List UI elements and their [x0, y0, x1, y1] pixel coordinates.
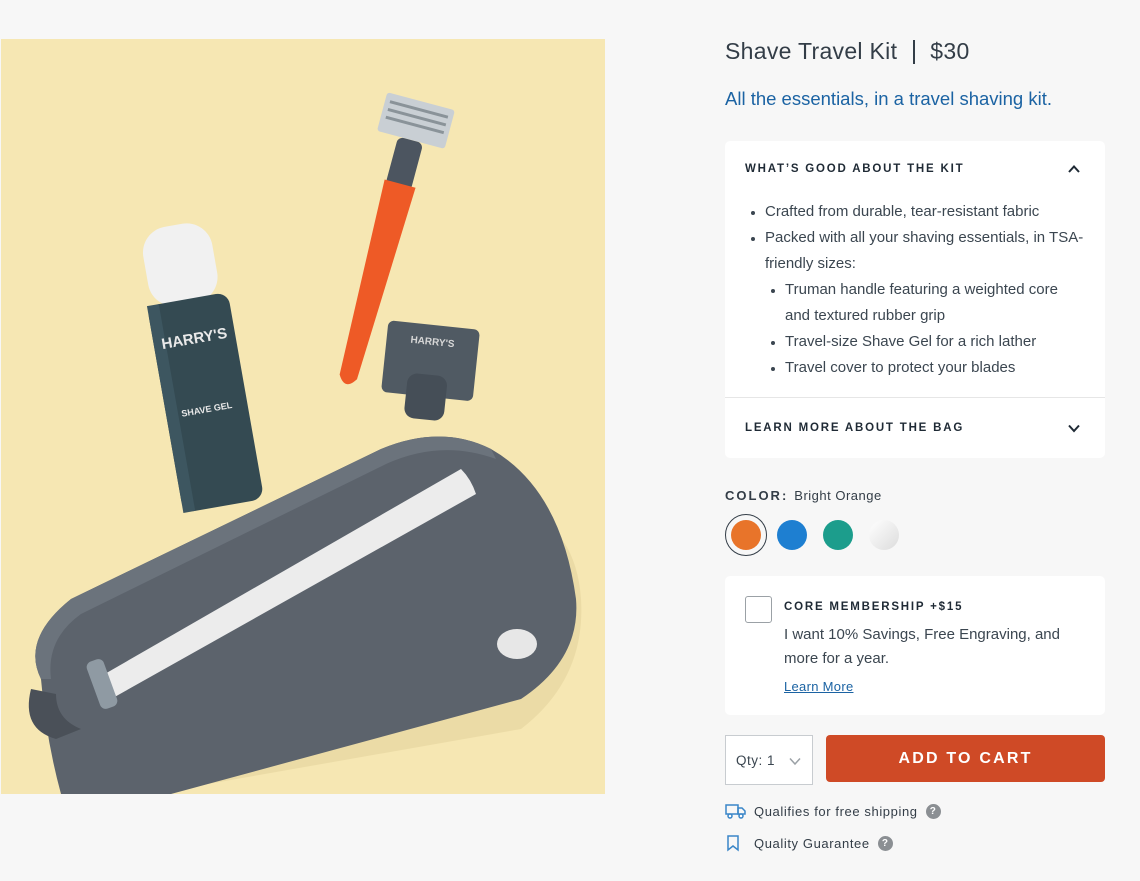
details-accordion: WHAT’S GOOD ABOUT THE KIT Crafted from d… [725, 141, 1105, 458]
kit-item: Packed with all your shaving essentials,… [745, 225, 1085, 381]
truck-icon [725, 801, 749, 821]
kit-subitem: Travel cover to protect your blades [765, 355, 1085, 381]
swatch-orange-fill [731, 520, 761, 550]
product-tagline: All the essentials, in a travel shaving … [725, 88, 1052, 109]
title-divider [913, 39, 916, 64]
product-image: HARRY'S SHAVE GEL HARRY'S [1, 39, 605, 794]
chevron-down-icon [789, 757, 801, 766]
free-shipping-perk: Qualifies for free shipping ? [725, 801, 941, 821]
color-swatches [725, 514, 909, 556]
color-selected-value: Bright Orange [794, 488, 882, 503]
membership-checkbox[interactable] [745, 596, 772, 623]
bag-accordion-title: LEARN MORE ABOUT THE BAG [745, 422, 965, 434]
kit-item: Crafted from durable, tear-resistant fab… [745, 199, 1085, 225]
quantity-label: Qty: 1 [736, 752, 776, 768]
membership-card: CORE MEMBERSHIP +$15 I want 10% Savings,… [725, 576, 1105, 715]
swatch-teal-fill [823, 520, 853, 550]
swatch-white[interactable] [863, 514, 905, 556]
color-row: COLOR: Bright Orange [725, 488, 882, 503]
swatch-blue-fill [777, 520, 807, 550]
membership-title: CORE MEMBERSHIP +$15 [784, 601, 964, 613]
help-icon[interactable]: ? [877, 835, 893, 851]
membership-description: I want 10% Savings, Free Engraving, and … [784, 626, 1060, 667]
chevron-down-icon [1068, 424, 1080, 433]
chevron-up-icon [1068, 165, 1080, 173]
kit-accordion-header[interactable]: WHAT’S GOOD ABOUT THE KIT [725, 141, 1105, 197]
kit-subitem: Truman handle featuring a weighted core … [765, 277, 1085, 329]
quantity-select[interactable]: Qty: 1 [725, 735, 813, 785]
quality-guarantee-text: Quality Guarantee [754, 835, 870, 851]
swatch-white-fill [869, 520, 899, 550]
kit-accordion-title: WHAT’S GOOD ABOUT THE KIT [745, 163, 965, 175]
swatch-blue[interactable] [771, 514, 813, 556]
product-title-row: Shave Travel Kit $30 [725, 38, 970, 65]
bag-accordion-header[interactable]: LEARN MORE ABOUT THE BAG [725, 398, 1105, 458]
add-to-cart-button[interactable]: ADD TO CART [826, 735, 1105, 782]
quality-guarantee-perk: Quality Guarantee ? [725, 833, 893, 853]
kit-subitem: Travel-size Shave Gel for a rich lather [765, 329, 1085, 355]
kit-item-text: Packed with all your shaving essentials,… [765, 229, 1084, 272]
kit-accordion-body: Crafted from durable, tear-resistant fab… [725, 197, 1105, 398]
bookmark-icon [725, 833, 749, 853]
help-icon[interactable]: ? [925, 803, 941, 819]
product-price: $30 [930, 38, 970, 64]
product-title: Shave Travel Kit [725, 38, 898, 64]
free-shipping-text: Qualifies for free shipping [754, 803, 918, 819]
swatch-teal[interactable] [817, 514, 859, 556]
swatch-orange[interactable] [725, 514, 767, 556]
color-label: COLOR: [725, 488, 789, 503]
learn-more-link[interactable]: Learn More [784, 679, 853, 694]
